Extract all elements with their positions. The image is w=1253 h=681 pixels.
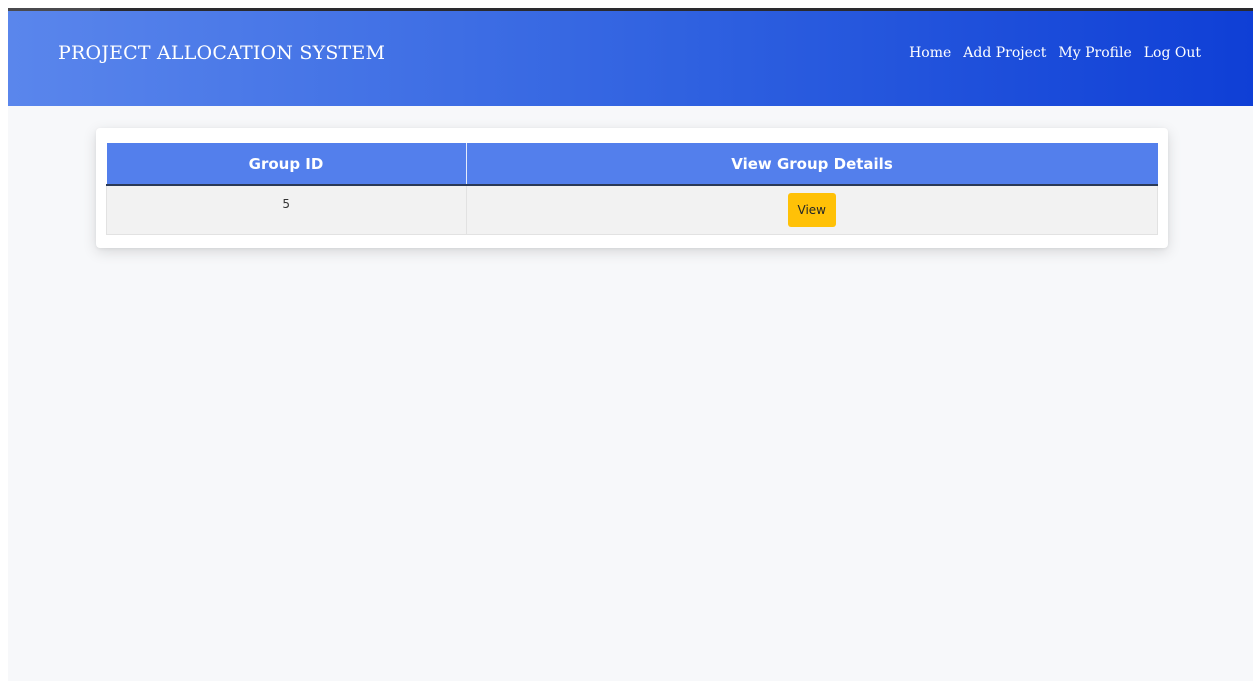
page-viewport: PROJECT ALLOCATION SYSTEM Home Add Proje… <box>8 8 1253 681</box>
column-header-group-id: Group ID <box>106 143 467 186</box>
browser-top-strip-highlight <box>8 8 100 11</box>
nav-link-home[interactable]: Home <box>909 45 951 61</box>
nav-link-add-project[interactable]: Add Project <box>963 45 1046 61</box>
browser-top-strip <box>8 8 1253 11</box>
nav-links: Home Add Project My Profile Log Out <box>909 11 1201 95</box>
view-group-button[interactable]: View <box>787 193 836 227</box>
column-header-view-group-details: View Group Details <box>466 143 1158 186</box>
view-details-cell: View <box>466 185 1158 235</box>
table-row: 5 View <box>106 185 1158 235</box>
nav-link-log-out[interactable]: Log Out <box>1144 45 1201 61</box>
groups-card: Group ID View Group Details 5 View <box>96 128 1168 248</box>
table-header-row: Group ID View Group Details <box>106 143 1158 186</box>
groups-table: Group ID View Group Details 5 View <box>106 143 1158 235</box>
brand-title[interactable]: PROJECT ALLOCATION SYSTEM <box>58 11 385 95</box>
nav-link-my-profile[interactable]: My Profile <box>1058 45 1131 61</box>
top-navbar: PROJECT ALLOCATION SYSTEM Home Add Proje… <box>8 11 1253 106</box>
group-id-cell: 5 <box>106 185 467 235</box>
